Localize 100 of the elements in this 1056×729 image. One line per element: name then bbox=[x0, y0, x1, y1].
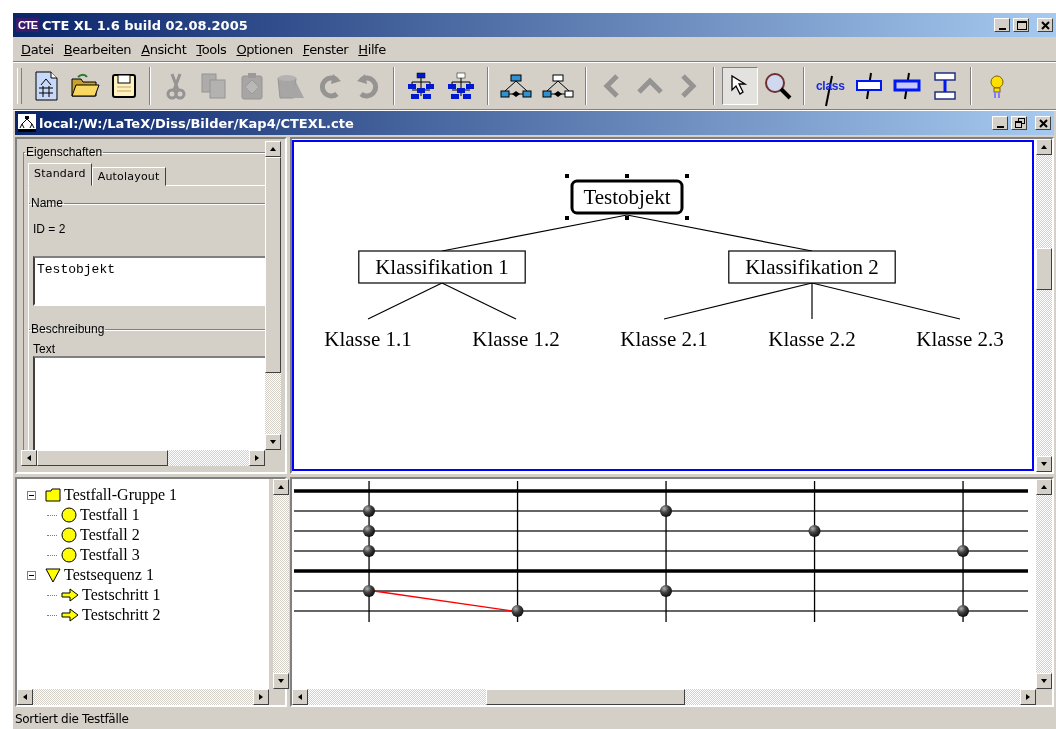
scrollbar-corner bbox=[269, 689, 285, 705]
name-field[interactable]: Testobjekt bbox=[33, 256, 265, 306]
scroll-thumb[interactable] bbox=[37, 450, 169, 466]
scroll-right-button[interactable] bbox=[1020, 689, 1036, 705]
marker-dot[interactable] bbox=[808, 525, 821, 537]
scroll-left-button[interactable] bbox=[21, 450, 37, 466]
horizontal-scrollbar[interactable] bbox=[17, 689, 269, 705]
group-label: Eigenschaften bbox=[25, 145, 104, 159]
tree-item[interactable]: Testschritt 1 bbox=[81, 586, 162, 604]
scroll-down-icon bbox=[1040, 677, 1048, 685]
folder-icon bbox=[45, 488, 61, 502]
scroll-down-button[interactable] bbox=[273, 673, 289, 689]
tab[interactable]: Autolayout bbox=[91, 167, 166, 186]
scroll-up-icon bbox=[269, 145, 277, 153]
close-button[interactable] bbox=[1035, 116, 1051, 130]
toolbar-button[interactable] bbox=[722, 67, 758, 105]
circle-icon bbox=[61, 527, 77, 543]
class-node[interactable]: Klasse 2.2 bbox=[768, 327, 856, 351]
marker-dot[interactable] bbox=[363, 585, 375, 597]
text-label: Text bbox=[33, 342, 56, 356]
marker-dot[interactable] bbox=[363, 505, 375, 517]
horizontal-scrollbar[interactable] bbox=[292, 689, 1036, 705]
maximize-button[interactable] bbox=[1013, 18, 1029, 32]
app-logo: CTE bbox=[16, 18, 39, 32]
marker-dot[interactable] bbox=[957, 605, 969, 617]
minimize-button[interactable] bbox=[994, 18, 1010, 32]
tab[interactable]: Standard bbox=[28, 163, 92, 186]
close-icon bbox=[1036, 117, 1050, 129]
scroll-thumb[interactable] bbox=[486, 689, 686, 705]
tree-item[interactable]: Testfall 2 bbox=[79, 526, 141, 544]
scroll-down-icon bbox=[1040, 460, 1048, 468]
scroll-right-button[interactable] bbox=[249, 450, 265, 466]
scroll-down-button[interactable] bbox=[1036, 673, 1052, 689]
class-node[interactable]: Klasse 2.3 bbox=[916, 327, 1004, 351]
menu-item[interactable]: Optionen bbox=[231, 41, 298, 57]
copy-icon bbox=[200, 72, 228, 100]
marker-dot[interactable] bbox=[660, 505, 672, 517]
undo-icon bbox=[317, 72, 343, 100]
menu-item[interactable]: Ansicht bbox=[136, 41, 192, 57]
tree-item[interactable]: Testfall 1 bbox=[79, 506, 141, 524]
scroll-down-button[interactable] bbox=[265, 434, 281, 450]
scroll-up-button[interactable] bbox=[1036, 479, 1052, 495]
classification-node[interactable]: Klassifikation 1 bbox=[358, 250, 526, 284]
status-text: Sortiert die Testfälle bbox=[15, 712, 129, 726]
marker-dot[interactable] bbox=[957, 545, 969, 557]
class-node[interactable]: Klasse 1.1 bbox=[324, 327, 412, 351]
scroll-left-button[interactable] bbox=[17, 689, 33, 705]
vertical-scrollbar[interactable] bbox=[269, 479, 289, 689]
marker-dot[interactable] bbox=[363, 545, 375, 557]
menu-item[interactable]: Tools bbox=[191, 41, 232, 57]
minimize-button[interactable] bbox=[992, 116, 1008, 130]
scroll-up-button[interactable] bbox=[1036, 139, 1052, 155]
scroll-thumb[interactable] bbox=[265, 157, 281, 374]
triangle-icon bbox=[45, 567, 61, 583]
scroll-up-icon bbox=[277, 483, 285, 491]
group-label: Beschreibung bbox=[30, 322, 106, 336]
menu-item[interactable]: Fenster bbox=[297, 41, 354, 57]
id-label: ID = 2 bbox=[33, 222, 67, 236]
tree-item[interactable]: Testfall 3 bbox=[79, 546, 141, 564]
minimize-icon bbox=[996, 125, 1004, 128]
menu-item[interactable]: Datei bbox=[16, 41, 59, 57]
scroll-thumb[interactable] bbox=[1036, 248, 1052, 291]
vertical-scrollbar[interactable] bbox=[265, 141, 281, 450]
close-button[interactable] bbox=[1037, 18, 1053, 32]
description-field[interactable] bbox=[33, 356, 265, 450]
class-node[interactable]: Klasse 2.1 bbox=[620, 327, 708, 351]
scroll-up-button[interactable] bbox=[273, 479, 289, 495]
horizontal-scrollbar[interactable] bbox=[21, 450, 265, 466]
marker-dot[interactable] bbox=[660, 585, 672, 597]
tree-icon bbox=[446, 72, 476, 100]
minimize-icon bbox=[998, 27, 1006, 30]
marker-dot[interactable] bbox=[511, 605, 524, 617]
restore-icon bbox=[1012, 117, 1026, 129]
tree-item[interactable]: Testschritt 2 bbox=[81, 606, 162, 624]
classification-node[interactable]: Klassifikation 2 bbox=[728, 250, 896, 284]
vertical-scrollbar[interactable] bbox=[1036, 139, 1052, 472]
scroll-left-icon bbox=[25, 454, 33, 462]
maximize-icon bbox=[1014, 19, 1028, 31]
marker-dot[interactable] bbox=[363, 525, 375, 537]
scroll-left-icon bbox=[21, 693, 29, 701]
menu-item[interactable]: Bearbeiten bbox=[58, 41, 137, 57]
scroll-right-icon bbox=[257, 693, 265, 701]
scissors-icon bbox=[165, 72, 187, 100]
composition-icon bbox=[932, 71, 957, 101]
scroll-down-button[interactable] bbox=[1036, 456, 1052, 472]
trash-icon bbox=[276, 72, 306, 100]
tree-item[interactable]: Testsequenz 1 bbox=[63, 566, 155, 584]
scroll-up-button[interactable] bbox=[265, 141, 281, 157]
vertical-scrollbar[interactable] bbox=[1036, 479, 1052, 689]
scroll-right-button[interactable] bbox=[253, 689, 269, 705]
scroll-right-icon bbox=[1024, 693, 1032, 701]
menu-item[interactable]: Hilfe bbox=[353, 41, 391, 57]
window-title: local:/W:/LaTeX/Diss/Bilder/Kap4/CTEXL.cte bbox=[39, 115, 355, 131]
class-node[interactable]: Klasse 1.2 bbox=[472, 327, 560, 351]
restore-button[interactable] bbox=[1011, 116, 1027, 130]
lightbulb-icon bbox=[988, 72, 1005, 100]
classification-icon bbox=[854, 72, 883, 100]
scroll-left-button[interactable] bbox=[292, 689, 308, 705]
right-arrow-icon bbox=[61, 588, 79, 602]
tree-item[interactable]: Testfall-Gruppe 1 bbox=[63, 486, 179, 504]
